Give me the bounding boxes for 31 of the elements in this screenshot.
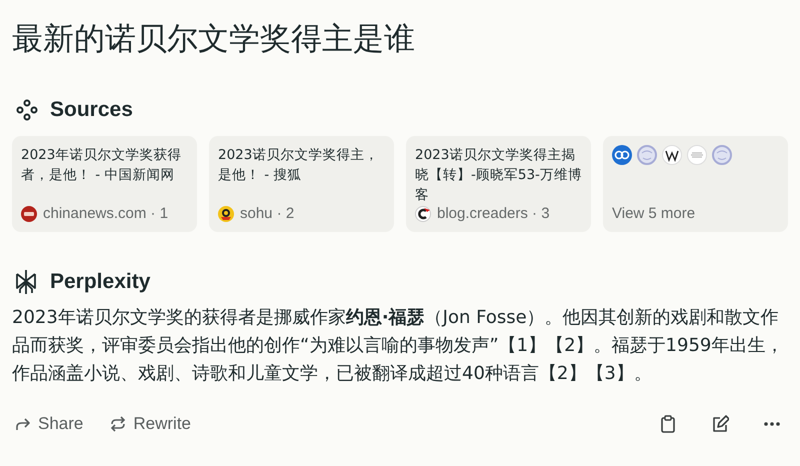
source-site: sohu · 2 xyxy=(240,205,294,222)
rewrite-icon xyxy=(109,415,128,433)
dots-icon xyxy=(16,99,38,121)
site-icon xyxy=(415,206,431,222)
site-icon xyxy=(637,145,657,165)
source-site: chinanews.com · 1 xyxy=(43,205,168,222)
source-card[interactable]: 2023诺贝尔文学奖得主揭晓【转】-顾晓军53-万维博客 blog.creaders · 3 xyxy=(406,136,591,232)
more-card[interactable]: View 5 more xyxy=(603,136,788,232)
more-icon xyxy=(764,422,780,426)
section-title: Perplexity xyxy=(50,270,150,294)
source-site: blog.creaders · 3 xyxy=(437,205,550,222)
source-card[interactable]: 2023年诺贝尔文学奖获得者，是他！ - 中国新闻网 chinanews.com · 1 xyxy=(12,136,197,232)
answer-text: 2023年诺贝尔文学奖的获得者是挪威作家约恩·福瑟（Jon Fosse）。他因其创新的戏剧和散文作品而获奖，评审委员会指出他的创作“为难以言喻的事物发声”【1】【2】。福瑟于1959年出生，作品涵盖小说、戏剧、诗歌和儿童文学，已被翻译成超过40种语言【2】【3】。 xyxy=(12,306,784,386)
site-icon xyxy=(218,206,234,222)
section-title: Sources xyxy=(50,98,133,122)
site-icon xyxy=(21,206,37,222)
logo-icon xyxy=(14,269,38,295)
source-title: 2023诺贝尔文学奖得主揭晓【转】-顾晓军53-万维博客 xyxy=(415,146,582,205)
site-icon xyxy=(612,145,632,165)
share-button[interactable]: Share xyxy=(8,410,90,438)
site-icon xyxy=(662,145,682,165)
site-icon xyxy=(687,145,707,165)
source-title: 2023诺贝尔文学奖得主，是他！ - 搜狐 xyxy=(218,146,380,185)
rewrite-button[interactable]: Rewrite xyxy=(103,410,197,438)
source-card[interactable]: 2023诺贝尔文学奖得主，是他！ - 搜狐 sohu · 2 xyxy=(209,136,394,232)
source-title: 2023年诺贝尔文学奖获得者，是他！ - 中国新闻网 xyxy=(21,146,182,185)
clipboard-icon xyxy=(659,415,677,433)
edit-icon xyxy=(711,415,729,433)
view-more-link[interactable]: View 5 more xyxy=(612,205,779,222)
site-icon xyxy=(712,145,732,165)
query-title: 最新的诺贝尔文学奖得主是谁 xyxy=(12,20,416,59)
